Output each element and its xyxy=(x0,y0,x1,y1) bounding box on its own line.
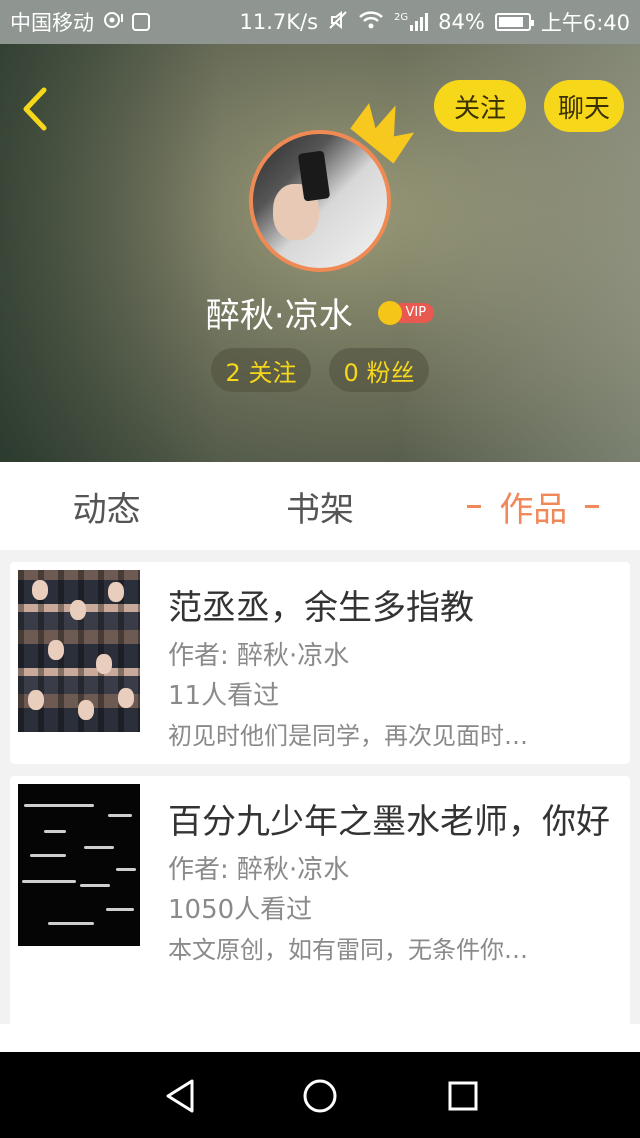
active-tab-indicator-left xyxy=(467,504,482,508)
back-arrow-icon xyxy=(23,87,47,131)
following-count[interactable]: 2 关注 xyxy=(211,348,311,392)
fans-count[interactable]: 0 粉丝 xyxy=(329,348,429,392)
tab-activity[interactable]: 动态 xyxy=(0,462,213,550)
system-nav-bar xyxy=(0,1052,640,1138)
tab-works-label: 作品 xyxy=(499,489,568,530)
network-type-label: 2G xyxy=(394,12,409,23)
tab-works[interactable]: 作品 xyxy=(427,462,640,550)
battery-percent: 84% xyxy=(438,10,485,34)
app-notification-icon xyxy=(132,13,150,31)
nav-home-icon[interactable] xyxy=(300,1076,340,1116)
tab-bookshelf[interactable]: 书架 xyxy=(213,462,426,550)
book-author: 作者: 醉秋·凉水 xyxy=(168,641,350,671)
tab-bookshelf-label: 书架 xyxy=(285,489,354,530)
battery-fill xyxy=(498,17,523,27)
username: 醉秋·凉水 xyxy=(205,296,353,336)
nav-back-icon[interactable] xyxy=(160,1076,200,1116)
crown-icon xyxy=(350,103,415,164)
book-cover-image xyxy=(18,784,140,946)
tab-activity-label: 动态 xyxy=(72,489,141,530)
follow-button[interactable]: 关注 xyxy=(434,80,526,132)
book-title: 范丞丞，余生多指教 xyxy=(168,588,474,628)
list-footer-gap xyxy=(0,1024,640,1052)
vip-badge: VIP xyxy=(377,300,435,325)
battery-icon xyxy=(494,13,534,31)
book-cover-image xyxy=(18,570,140,732)
profile-tabs: 动态 书架 作品 xyxy=(0,462,640,550)
wifi-icon xyxy=(358,10,384,35)
mute-icon xyxy=(328,10,348,35)
chat-button[interactable]: 聊天 xyxy=(544,80,624,132)
active-tab-indicator-right xyxy=(585,504,600,508)
back-button[interactable] xyxy=(16,84,56,134)
nav-recent-icon[interactable] xyxy=(443,1076,483,1116)
list-item[interactable]: 百分九少年之墨水老师，你好 作者: 醉秋·凉水 1050人看过 本文原创，如有雷… xyxy=(10,776,630,1028)
book-excerpt: 本文原创，如有雷同，无条件你… xyxy=(168,936,528,964)
clock: 上午6:40 xyxy=(540,11,630,35)
works-list: 范丞丞，余生多指教 作者: 醉秋·凉水 11人看过 初见时他们是同学，再次见面时… xyxy=(0,550,640,1050)
profile-header: 关注 聊天 醉秋·凉水 VIP 2 关注 0 粉丝 xyxy=(0,44,640,462)
list-item[interactable]: 范丞丞，余生多指教 作者: 醉秋·凉水 11人看过 初见时他们是同学，再次见面时… xyxy=(10,562,630,764)
cell-signal-icon: 2G xyxy=(394,12,429,31)
book-author: 作者: 醉秋·凉水 xyxy=(168,855,350,885)
notification-icon xyxy=(102,10,124,35)
status-bar: 中国移动 11.7K/s 2G 84% 上午6:40 xyxy=(0,0,640,44)
book-views: 11人看过 xyxy=(168,681,280,711)
book-excerpt: 初见时他们是同学，再次见面时… xyxy=(168,722,528,750)
carrier-label: 中国移动 xyxy=(10,11,94,35)
network-speed: 11.7K/s xyxy=(239,10,319,34)
book-title: 百分九少年之墨水老师，你好 xyxy=(168,802,610,842)
vip-crown-icon xyxy=(377,300,402,325)
username-row: 醉秋·凉水 VIP xyxy=(0,288,640,337)
book-views: 1050人看过 xyxy=(168,895,313,925)
